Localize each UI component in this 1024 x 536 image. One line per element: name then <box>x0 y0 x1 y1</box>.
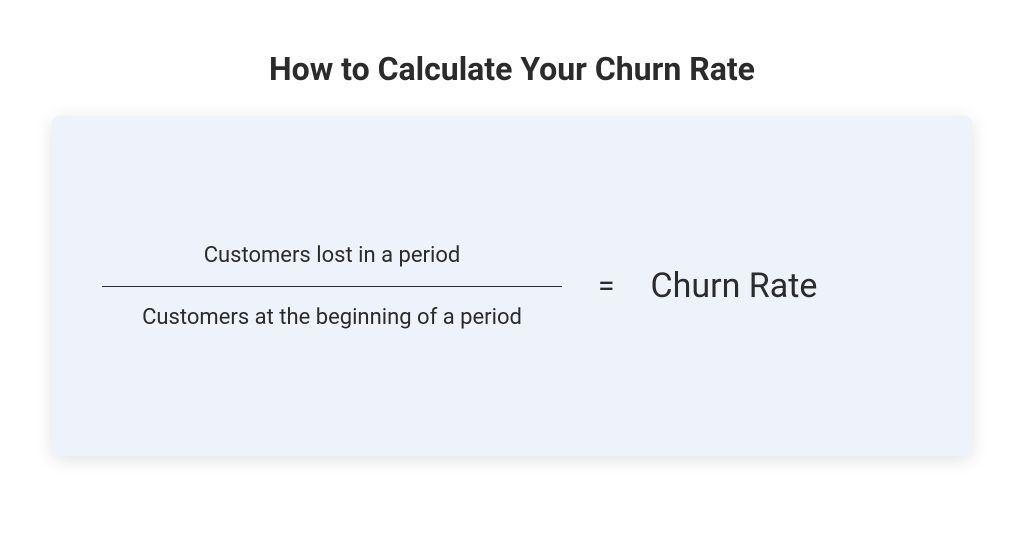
numerator-text: Customers lost in a period <box>204 243 461 286</box>
equals-sign: = <box>598 269 614 304</box>
page-title: How to Calculate Your Churn Rate <box>269 50 755 88</box>
denominator-text: Customers at the beginning of a period <box>142 287 522 330</box>
formula: Customers lost in a period Customers at … <box>102 243 922 330</box>
fraction: Customers lost in a period Customers at … <box>102 243 562 330</box>
formula-container: Customers lost in a period Customers at … <box>52 116 972 456</box>
result-label: Churn Rate <box>650 266 817 306</box>
